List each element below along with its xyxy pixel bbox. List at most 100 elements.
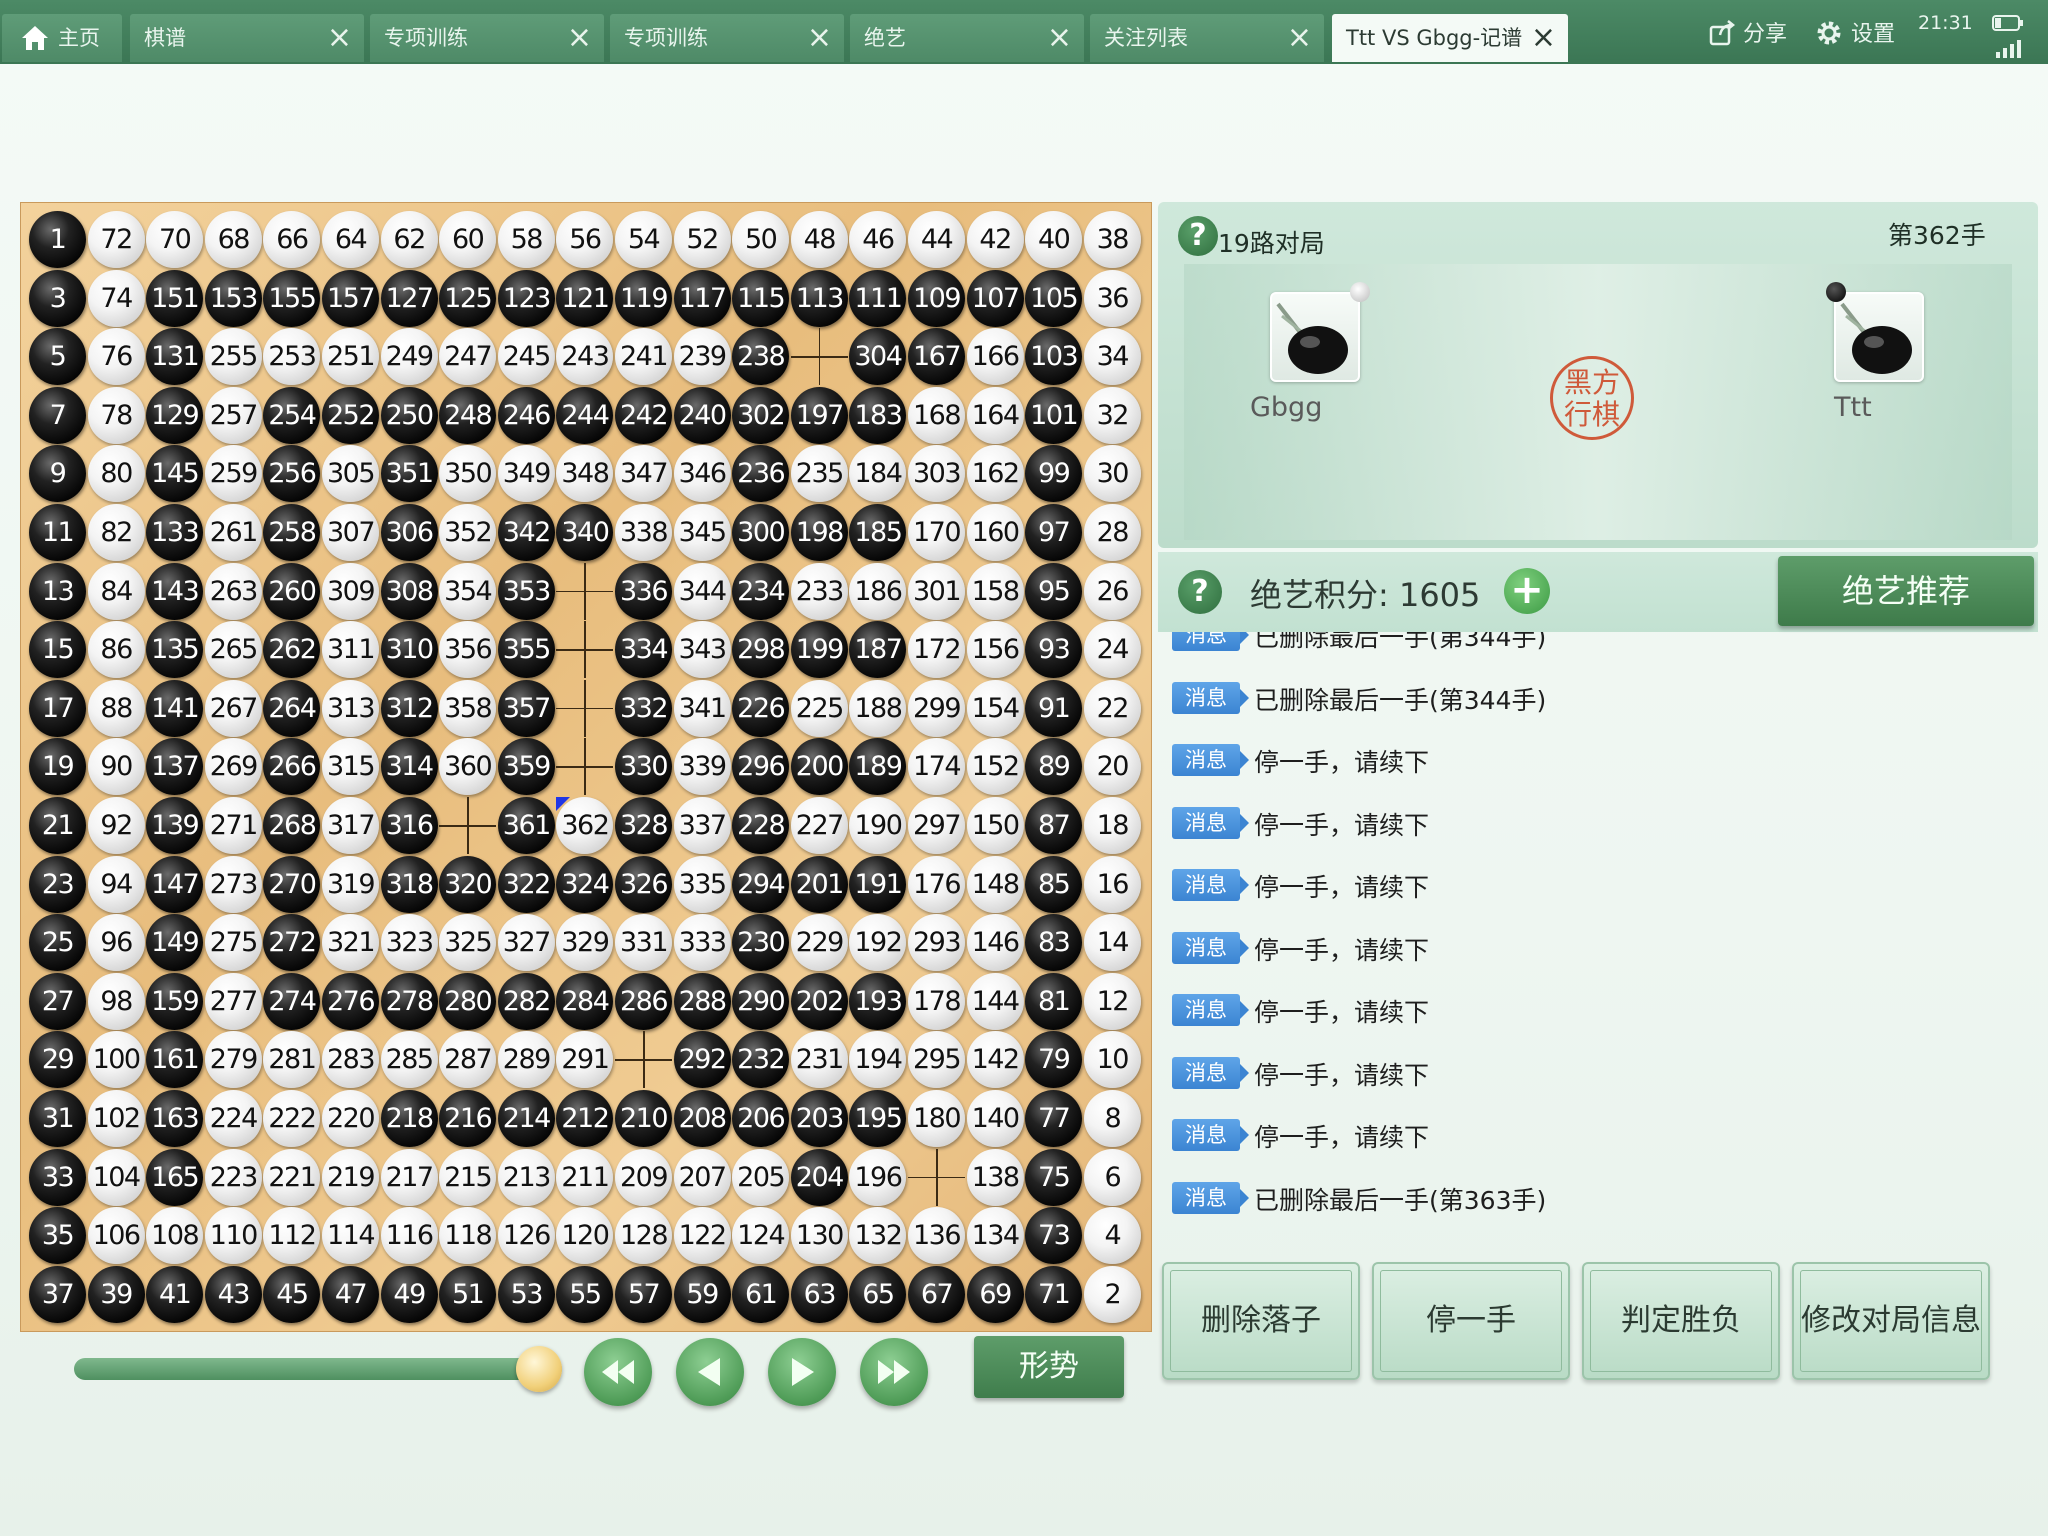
white-stone[interactable]: 235 — [790, 445, 848, 503]
edit-game-info-button[interactable]: 修改对局信息 — [1792, 1262, 1990, 1380]
white-stone[interactable]: 166 — [966, 328, 1024, 386]
white-stone[interactable]: 12 — [1083, 972, 1141, 1030]
white-stone[interactable]: 277 — [204, 972, 262, 1030]
black-stone[interactable]: 111 — [849, 269, 907, 327]
black-stone[interactable]: 103 — [1025, 328, 1083, 386]
white-stone[interactable]: 269 — [204, 738, 262, 796]
black-stone[interactable]: 29 — [29, 1031, 86, 1089]
white-stone[interactable]: 36 — [1083, 269, 1141, 327]
white-stone[interactable]: 146 — [966, 914, 1024, 972]
black-stone[interactable]: 318 — [380, 855, 438, 913]
white-stone[interactable]: 205 — [732, 1148, 790, 1206]
black-stone[interactable]: 226 — [732, 679, 790, 737]
black-stone[interactable]: 101 — [1025, 386, 1083, 444]
black-stone[interactable]: 67 — [908, 1265, 965, 1323]
black-stone[interactable]: 45 — [263, 1265, 321, 1323]
black-stone[interactable]: 197 — [790, 386, 848, 444]
black-stone[interactable]: 19 — [29, 738, 86, 796]
black-stone[interactable]: 3 — [29, 269, 86, 327]
tab-follow-list[interactable]: 关注列表 × — [1090, 14, 1324, 62]
black-stone[interactable]: 55 — [556, 1265, 614, 1323]
white-stone[interactable]: 20 — [1083, 738, 1141, 796]
white-stone[interactable]: 221 — [263, 1148, 321, 1206]
black-stone[interactable]: 290 — [732, 972, 790, 1030]
white-stone[interactable]: 329 — [556, 914, 614, 972]
white-stone[interactable]: 190 — [849, 797, 907, 854]
black-stone[interactable]: 230 — [732, 914, 790, 972]
white-stone[interactable]: 219 — [322, 1148, 379, 1206]
white-stone[interactable]: 297 — [908, 797, 965, 854]
black-stone[interactable]: 324 — [556, 855, 614, 913]
black-stone[interactable]: 47 — [322, 1265, 379, 1323]
black-stone[interactable]: 51 — [439, 1265, 497, 1323]
black-stone[interactable]: 123 — [497, 269, 555, 327]
black-stone[interactable]: 199 — [790, 621, 848, 679]
white-stone[interactable]: 217 — [380, 1148, 438, 1206]
white-stone[interactable]: 341 — [673, 679, 731, 737]
white-stone[interactable]: 96 — [87, 914, 145, 972]
black-stone[interactable]: 203 — [790, 1090, 848, 1147]
black-stone[interactable]: 23 — [29, 855, 86, 913]
black-stone[interactable]: 125 — [439, 269, 497, 327]
white-stone[interactable]: 317 — [322, 797, 379, 854]
white-stone[interactable]: 168 — [908, 386, 965, 444]
black-stone[interactable]: 129 — [146, 386, 204, 444]
close-icon[interactable]: × — [327, 14, 352, 62]
black-stone[interactable]: 97 — [1025, 504, 1083, 561]
move-slider[interactable] — [74, 1358, 562, 1380]
black-stone[interactable]: 200 — [790, 738, 848, 796]
black-stone[interactable]: 201 — [790, 855, 848, 913]
black-stone[interactable]: 258 — [263, 504, 321, 561]
black-stone[interactable]: 260 — [263, 562, 321, 620]
white-stone[interactable]: 148 — [966, 855, 1024, 913]
black-stone[interactable]: 320 — [439, 855, 497, 913]
black-stone[interactable]: 127 — [380, 269, 438, 327]
white-stone[interactable]: 325 — [439, 914, 497, 972]
white-stone[interactable]: 78 — [87, 386, 145, 444]
white-stone[interactable]: 160 — [966, 504, 1024, 561]
black-stone[interactable]: 268 — [263, 797, 321, 854]
black-stone[interactable]: 355 — [497, 621, 555, 679]
white-stone[interactable]: 22 — [1083, 679, 1141, 737]
black-stone[interactable]: 145 — [146, 445, 204, 503]
white-stone[interactable]: 138 — [966, 1148, 1024, 1206]
white-stone[interactable]: 196 — [849, 1148, 907, 1206]
white-stone[interactable]: 263 — [204, 562, 262, 620]
white-stone[interactable]: 110 — [204, 1207, 262, 1265]
white-stone[interactable]: 62 — [380, 211, 438, 268]
white-stone[interactable]: 327 — [497, 914, 555, 972]
white-stone[interactable]: 8 — [1083, 1090, 1141, 1147]
black-stone[interactable]: 167 — [908, 328, 965, 386]
black-stone[interactable]: 63 — [790, 1265, 848, 1323]
black-stone[interactable]: 81 — [1025, 972, 1083, 1030]
white-stone[interactable]: 122 — [673, 1207, 731, 1265]
white-stone[interactable]: 84 — [87, 562, 145, 620]
white-stone[interactable]: 347 — [615, 445, 672, 503]
white-stone[interactable]: 345 — [673, 504, 731, 561]
empty-intersection[interactable] — [908, 1148, 965, 1206]
black-stone[interactable]: 107 — [966, 269, 1024, 327]
white-stone[interactable]: 80 — [87, 445, 145, 503]
close-icon[interactable]: × — [1531, 14, 1556, 62]
white-stone[interactable]: 74 — [87, 269, 145, 327]
white-stone[interactable]: 48 — [790, 211, 848, 268]
close-icon[interactable]: × — [567, 14, 592, 62]
black-stone[interactable]: 195 — [849, 1090, 907, 1147]
black-stone[interactable]: 77 — [1025, 1090, 1083, 1147]
black-stone[interactable]: 256 — [263, 445, 321, 503]
black-stone[interactable]: 31 — [29, 1090, 86, 1147]
tab-jueyi[interactable]: 绝艺 × — [850, 14, 1084, 62]
white-stone[interactable]: 186 — [849, 562, 907, 620]
black-stone[interactable]: 187 — [849, 621, 907, 679]
white-stone[interactable]: 213 — [497, 1148, 555, 1206]
white-stone[interactable]: 222 — [263, 1090, 321, 1147]
white-stone[interactable]: 4 — [1083, 1207, 1141, 1265]
black-stone[interactable]: 131 — [146, 328, 204, 386]
black-stone[interactable]: 288 — [673, 972, 731, 1030]
black-stone[interactable]: 189 — [849, 738, 907, 796]
black-stone[interactable]: 238 — [732, 328, 790, 386]
black-stone[interactable]: 105 — [1025, 269, 1083, 327]
empty-intersection[interactable] — [556, 679, 614, 737]
white-stone[interactable]: 98 — [87, 972, 145, 1030]
close-icon[interactable]: × — [1287, 14, 1312, 62]
